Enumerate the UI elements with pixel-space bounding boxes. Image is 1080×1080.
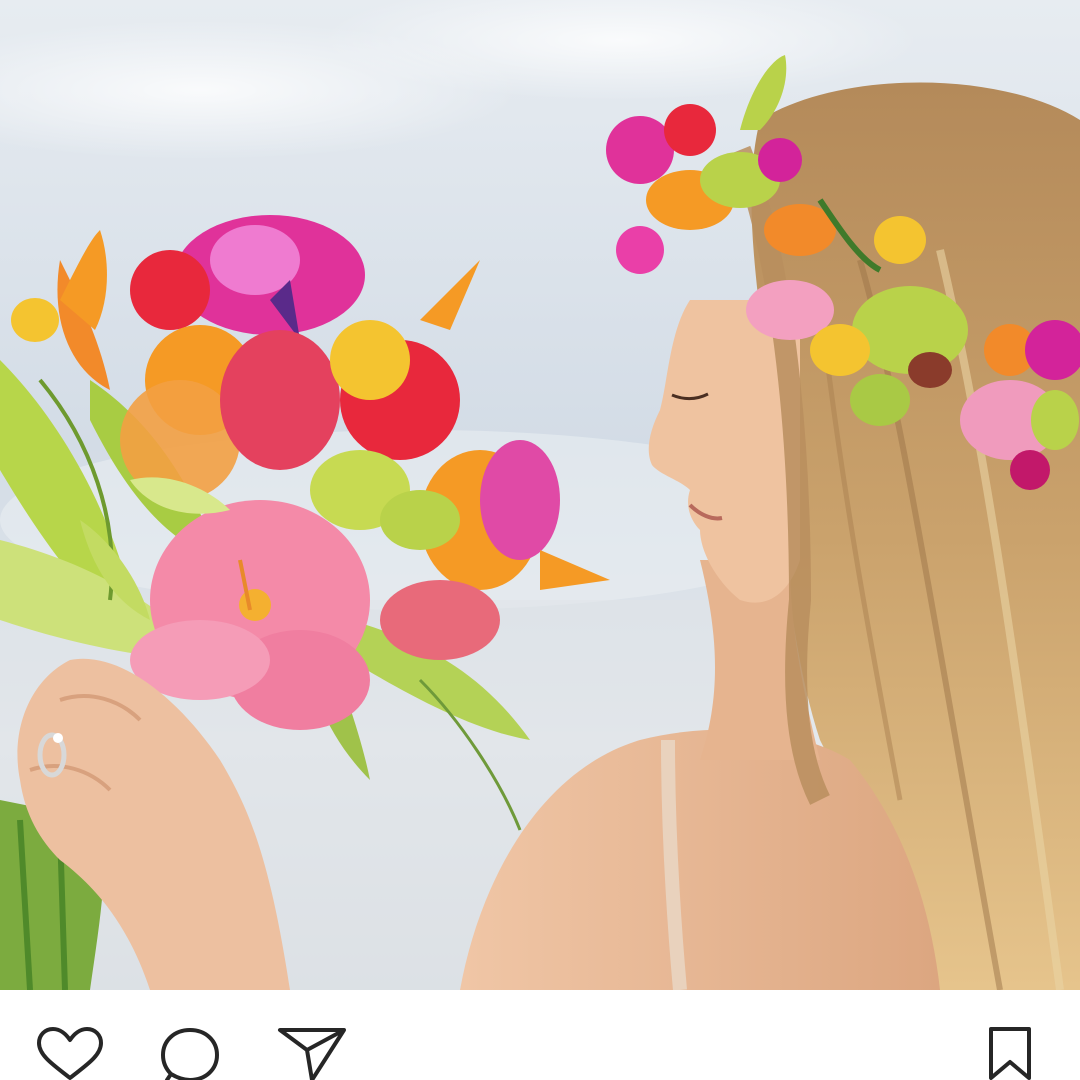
heart-icon [37, 1027, 103, 1080]
paper-plane-icon [278, 1028, 346, 1080]
post-photo[interactable] [0, 0, 1080, 990]
bookmark-icon [989, 1027, 1031, 1080]
comment-bubble-icon [161, 1028, 219, 1080]
instagram-post [0, 0, 1080, 1080]
save-button[interactable] [972, 1026, 1048, 1080]
share-button[interactable] [274, 1026, 350, 1080]
action-bar [0, 990, 1080, 1080]
like-button[interactable] [32, 1026, 108, 1080]
comment-button[interactable] [152, 1026, 228, 1080]
